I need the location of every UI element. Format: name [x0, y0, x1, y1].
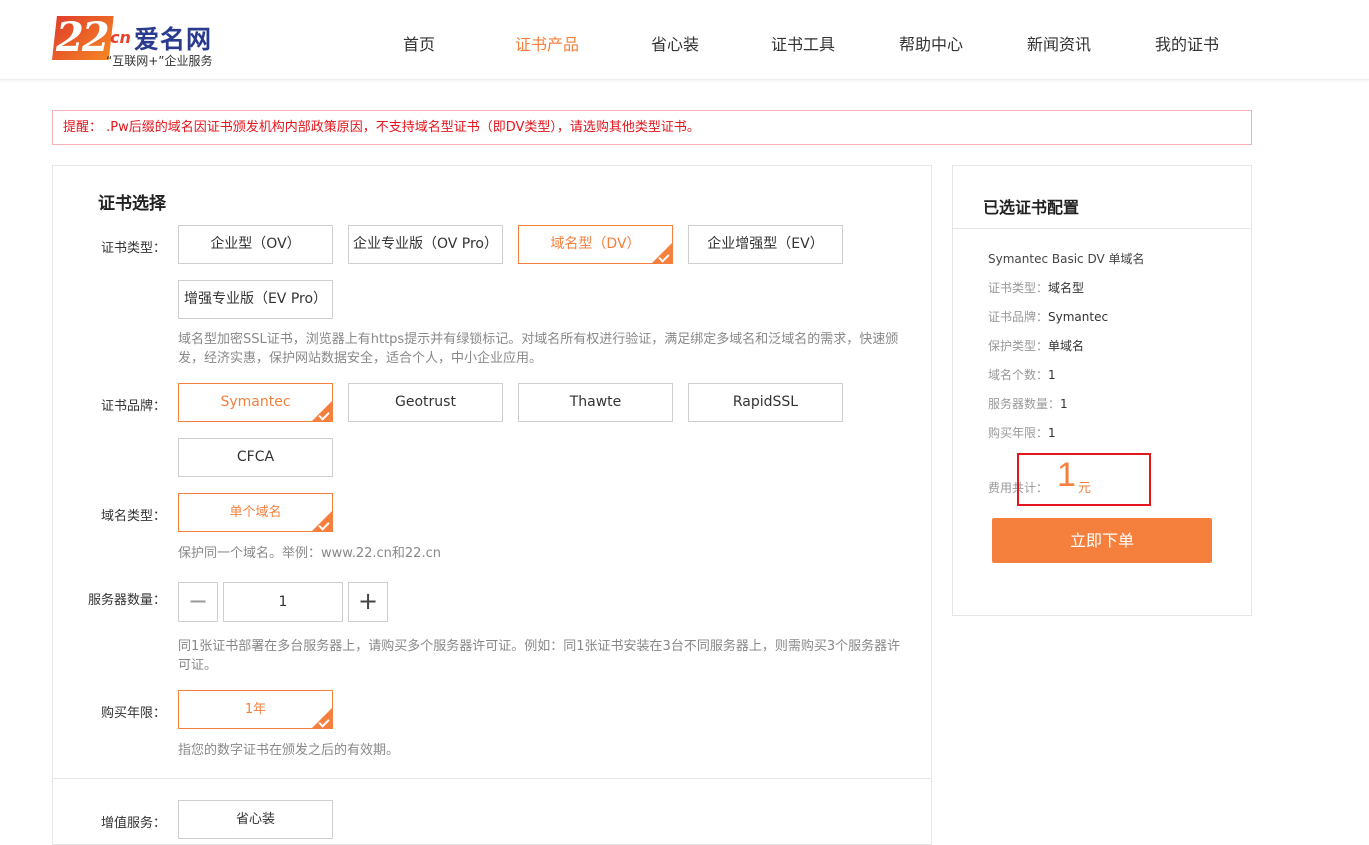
plus-button[interactable]: +	[348, 582, 388, 622]
summary-row: 服务器数量：1	[988, 395, 1068, 412]
value-added-easy-install[interactable]: 省心装	[178, 800, 333, 839]
section-divider	[53, 778, 931, 779]
summary-key: 购买年限：	[988, 426, 1049, 440]
summary-row: 证书品牌：Symantec	[988, 308, 1108, 325]
years-label: 购买年限：	[100, 706, 166, 721]
summary-key: 证书类型：	[988, 281, 1049, 295]
summary-panel: 已选证书配置 Symantec Basic DV 单域名 证书类型：域名型 证书…	[952, 165, 1252, 616]
summary-key: 证书品牌：	[988, 310, 1049, 324]
checkmark-icon	[658, 251, 670, 263]
notice-banner: 提醒： .Pw后缀的域名因证书颁发机构内部政策原因，不支持域名型证书（即DV类型…	[52, 110, 1252, 145]
site-logo[interactable]: 22 cn 爱名网 “互联网+”企业服务	[52, 14, 222, 70]
nav-my-certs[interactable]: 我的证书	[1155, 31, 1219, 55]
logo-number: 22	[52, 16, 114, 60]
summary-key: 服务器数量：	[988, 397, 1061, 411]
summary-key: 保护类型：	[988, 339, 1049, 353]
domain-type-label: 域名类型：	[100, 509, 166, 524]
brand-cfca[interactable]: CFCA	[178, 438, 333, 477]
cert-selection-panel: 证书选择 证书类型： 企业型（OV） 企业专业版（OV Pro） 域名型（DV）…	[52, 165, 932, 845]
nav-cert-products[interactable]: 证书产品	[515, 31, 579, 55]
domain-type-description: 保护同一个域名。举例：www.22.cn和22.cn	[178, 546, 441, 561]
brand-symantec[interactable]: Symantec	[178, 383, 333, 422]
summary-value: 单域名	[1048, 339, 1085, 353]
summary-title: 已选证书配置	[983, 198, 1080, 217]
cert-type-dv-label: 域名型（DV）	[550, 236, 641, 252]
minus-button[interactable]: −	[178, 582, 218, 622]
server-count-input[interactable]: 1	[223, 582, 343, 622]
brand-rapidssl[interactable]: RapidSSL	[688, 383, 843, 422]
summary-key: 域名个数：	[988, 368, 1049, 382]
brand-thawte[interactable]: Thawte	[518, 383, 673, 422]
checkmark-icon	[318, 716, 330, 728]
server-count-label: 服务器数量：	[87, 593, 166, 608]
domain-type-single-label: 单个域名	[229, 505, 282, 520]
summary-product: Symantec Basic DV 单域名	[988, 252, 1145, 266]
server-count-description: 同1张证书部署在多台服务器上，请购买多个服务器许可证。例如：同1张证书安装在3台…	[178, 639, 901, 673]
nav-news[interactable]: 新闻资讯	[1027, 31, 1091, 55]
cert-type-label: 证书类型：	[100, 241, 166, 256]
nav-cert-tools[interactable]: 证书工具	[771, 31, 835, 55]
checkmark-icon	[318, 519, 330, 531]
summary-row: 域名个数：1	[988, 366, 1056, 383]
domain-type-single[interactable]: 单个域名	[178, 493, 333, 532]
site-header: 22 cn 爱名网 “互联网+”企业服务 首页 证书产品 省心装 证书工具 帮助…	[0, 0, 1369, 80]
logo-domain-suffix: cn	[110, 28, 131, 47]
summary-value: Symantec	[1048, 310, 1109, 324]
years-1-label: 1年	[244, 702, 267, 717]
nav-easy-install[interactable]: 省心装	[651, 31, 699, 55]
cert-type-ov-pro[interactable]: 企业专业版（OV Pro）	[348, 225, 503, 264]
summary-row: 购买年限：1	[988, 424, 1056, 441]
fee-total: 1	[1057, 456, 1076, 494]
cert-type-ov[interactable]: 企业型（OV）	[178, 225, 333, 264]
value-added-label: 增值服务：	[100, 816, 166, 831]
summary-value: 1	[1048, 426, 1056, 440]
cert-type-ev[interactable]: 企业增强型（EV）	[688, 225, 843, 264]
summary-divider	[953, 228, 1251, 229]
nav-help-center[interactable]: 帮助中心	[899, 31, 963, 55]
checkmark-icon	[318, 409, 330, 421]
cert-type-dv[interactable]: 域名型（DV）	[518, 225, 673, 264]
brand-geotrust[interactable]: Geotrust	[348, 383, 503, 422]
years-1[interactable]: 1年	[178, 690, 333, 729]
summary-row: 保护类型：单域名	[988, 337, 1084, 354]
order-now-button[interactable]: 立即下单	[992, 518, 1212, 563]
cert-type-description: 域名型加密SSL证书，浏览器上有https提示并有绿锁标记。对域名所有权进行验证…	[178, 332, 899, 366]
summary-value: 域名型	[1048, 281, 1085, 295]
panel-title: 证书选择	[98, 194, 166, 214]
brand-label: 证书品牌：	[100, 399, 166, 414]
years-description: 指您的数字证书在颁发之后的有效期。	[178, 743, 400, 758]
brand-symantec-label: Symantec	[220, 394, 291, 410]
summary-row: 证书类型：域名型	[988, 279, 1084, 296]
nav-home[interactable]: 首页	[403, 31, 435, 55]
logo-brand-name: 爱名网	[134, 25, 213, 54]
summary-value: 1	[1048, 368, 1056, 382]
cert-type-ev-pro[interactable]: 增强专业版（EV Pro）	[178, 280, 333, 319]
summary-value: 1	[1060, 397, 1068, 411]
logo-slogan: “互联网+”企业服务	[106, 54, 213, 68]
fee-unit: 元	[1078, 481, 1092, 496]
